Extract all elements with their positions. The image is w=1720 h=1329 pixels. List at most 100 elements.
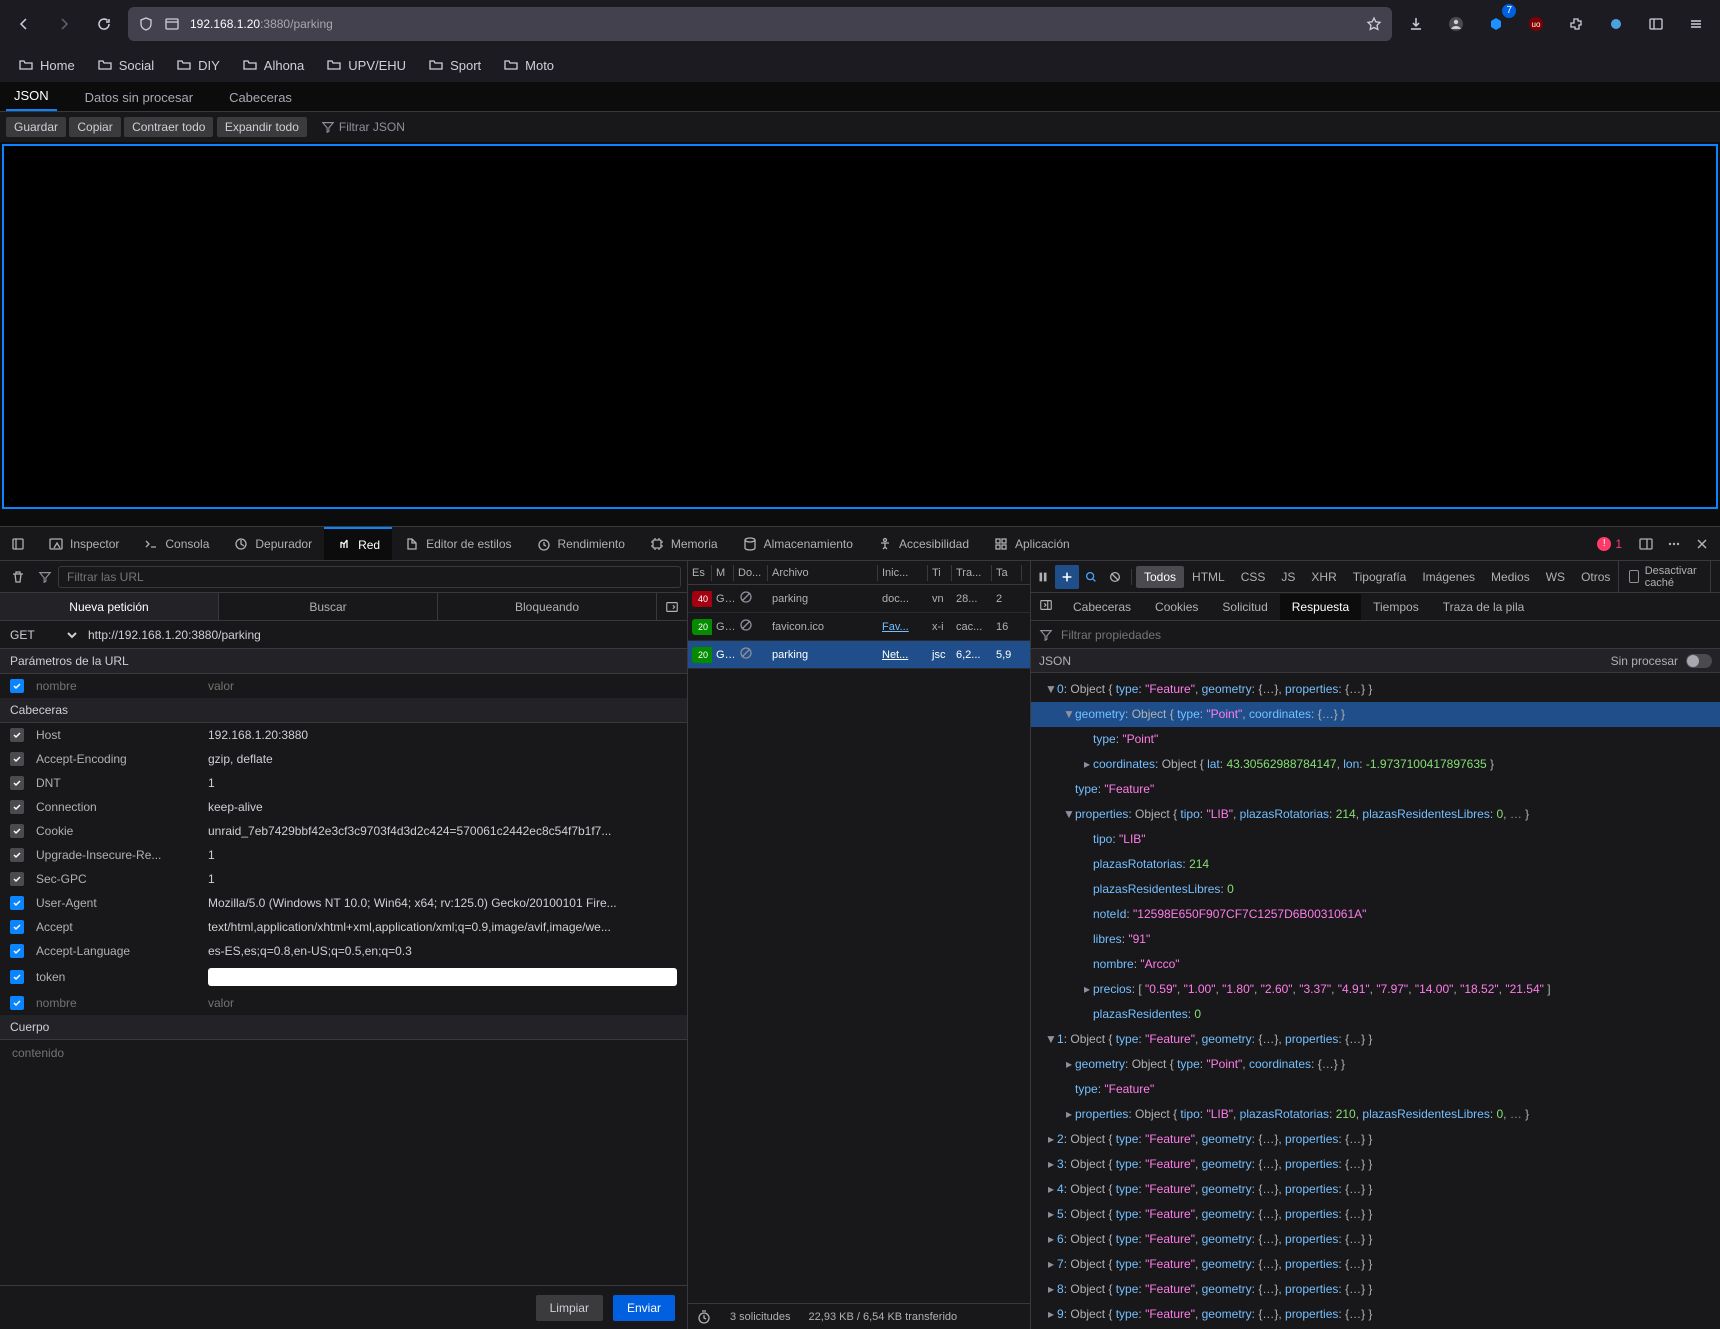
tree-row[interactable]: ▸6: Object { type: "Feature", geometry: …: [1031, 1227, 1720, 1252]
filter-chip[interactable]: JS: [1273, 566, 1303, 588]
bookmark-item[interactable]: Alhona: [234, 53, 312, 77]
request-row[interactable]: 40 GE parking doc... vn 28... 2: [688, 585, 1030, 613]
tree-row[interactable]: type: "Feature": [1031, 1077, 1720, 1102]
col-header[interactable]: M: [712, 565, 734, 581]
star-icon[interactable]: [1366, 16, 1382, 32]
json-toolbar-button[interactable]: Copiar: [69, 117, 120, 137]
checkbox-icon[interactable]: [10, 896, 24, 910]
tree-row[interactable]: nombre: "Arcco": [1031, 952, 1720, 977]
json-filter[interactable]: Filtrar JSON: [315, 117, 411, 137]
pause-icon[interactable]: [1031, 565, 1055, 589]
checkbox-icon[interactable]: [10, 996, 24, 1010]
col-header[interactable]: Tra...: [952, 565, 992, 581]
more-icon[interactable]: [1662, 532, 1686, 556]
checkbox-icon[interactable]: [10, 920, 24, 934]
block-icon[interactable]: [1103, 565, 1127, 589]
header-row[interactable]: Sec-GPC1: [0, 867, 687, 891]
devtools-tab-a11y[interactable]: Accesibilidad: [865, 527, 981, 560]
tree-row[interactable]: tipo: "LIB": [1031, 827, 1720, 852]
header-row[interactable]: User-AgentMozilla/5.0 (Windows NT 10.0; …: [0, 891, 687, 915]
back-button[interactable]: [8, 8, 40, 40]
extensions-icon[interactable]: [1560, 8, 1592, 40]
header-row[interactable]: DNT1: [0, 771, 687, 795]
request-row[interactable]: 20 GE favicon.ico Fav... x-i cac... 16: [688, 613, 1030, 641]
tree-row[interactable]: ▼geometry: Object { type: "Point", coord…: [1031, 702, 1720, 727]
tree-row[interactable]: ▼0: Object { type: "Feature", geometry: …: [1031, 677, 1720, 702]
tree-row[interactable]: ▼1: Object { type: "Feature", geometry: …: [1031, 1027, 1720, 1052]
filter-chip[interactable]: Tipografía: [1345, 566, 1415, 588]
devtools-tab-console[interactable]: Consola: [131, 527, 221, 560]
bookmark-item[interactable]: Home: [10, 53, 83, 77]
forward-button[interactable]: [48, 8, 80, 40]
json-tab[interactable]: Datos sin procesar: [77, 84, 201, 111]
disable-cache-checkbox[interactable]: Desactivar caché: [1618, 561, 1710, 592]
reload-button[interactable]: [88, 8, 120, 40]
devtools-tab-debugger[interactable]: Depurador: [221, 527, 324, 560]
request-row[interactable]: 20 GE parking Net... jsc 6,2... 5,9: [688, 641, 1030, 669]
tree-row[interactable]: type: "Point": [1031, 727, 1720, 752]
tree-row[interactable]: plazasResidentesLibres: 0: [1031, 877, 1720, 902]
tree-row[interactable]: noteId: "12598E650F907CF7C1257D6B0031061…: [1031, 902, 1720, 927]
col-header[interactable]: Ta: [992, 565, 1022, 581]
filter-chip[interactable]: Todos: [1136, 566, 1184, 588]
tree-row[interactable]: ▸geometry: Object { type: "Point", coord…: [1031, 1052, 1720, 1077]
devtools-tab-style[interactable]: Editor de estilos: [392, 527, 523, 560]
header-row[interactable]: Accepttext/html,application/xhtml+xml,ap…: [0, 915, 687, 939]
tree-row[interactable]: ▸4: Object { type: "Feature", geometry: …: [1031, 1177, 1720, 1202]
response-tab[interactable]: Respuesta: [1280, 594, 1361, 620]
filter-chip[interactable]: Otros: [1573, 566, 1618, 588]
json-tab[interactable]: JSON: [6, 82, 57, 111]
checkbox-icon[interactable]: [10, 848, 24, 862]
col-header[interactable]: Do...: [734, 565, 768, 581]
tree-row[interactable]: plazasResidentes: 0: [1031, 1002, 1720, 1027]
body-textarea[interactable]: contenido: [0, 1040, 687, 1066]
checkbox-icon[interactable]: [10, 824, 24, 838]
col-header[interactable]: Ti: [928, 565, 952, 581]
filter-chip[interactable]: CSS: [1233, 566, 1274, 588]
toggle-sidebar-icon[interactable]: [1031, 592, 1061, 621]
filter-chip[interactable]: Imágenes: [1414, 566, 1483, 588]
checkbox-icon[interactable]: [10, 944, 24, 958]
json-toolbar-button[interactable]: Contraer todo: [124, 117, 213, 137]
filter-props-input[interactable]: [1061, 628, 1712, 642]
url-bar[interactable]: 192.168.1.20:3880/parking: [128, 7, 1392, 41]
checkbox-icon[interactable]: [10, 776, 24, 790]
http-method-select[interactable]: GET: [0, 623, 80, 647]
tree-row[interactable]: ▸properties: Object { tipo: "LIB", plaza…: [1031, 1102, 1720, 1127]
tree-row[interactable]: ▸7: Object { type: "Feature", geometry: …: [1031, 1252, 1720, 1277]
tree-row[interactable]: ▸2: Object { type: "Feature", geometry: …: [1031, 1127, 1720, 1152]
menu-icon[interactable]: [1680, 8, 1712, 40]
ublock-icon[interactable]: uo: [1520, 8, 1552, 40]
request-url-input[interactable]: [80, 624, 687, 646]
close-icon[interactable]: [1690, 532, 1714, 556]
ext-badge-icon[interactable]: 7: [1480, 8, 1512, 40]
col-header[interactable]: Inic...: [878, 565, 928, 581]
devtools-tab-storage[interactable]: Almacenamiento: [730, 527, 865, 560]
col-header[interactable]: Es: [688, 565, 712, 581]
json-tab[interactable]: Cabeceras: [221, 84, 300, 111]
devtools-tab-app[interactable]: Aplicación: [981, 527, 1082, 560]
tree-row[interactable]: plazasRotatorias: 214: [1031, 852, 1720, 877]
checkbox-icon[interactable]: [10, 728, 24, 742]
account-icon[interactable]: [1440, 8, 1472, 40]
checkbox-icon[interactable]: [10, 679, 24, 693]
bookmark-item[interactable]: Moto: [495, 53, 562, 77]
checkbox-icon[interactable]: [10, 970, 24, 984]
tree-row[interactable]: libres: "91": [1031, 927, 1720, 952]
add-icon[interactable]: [1055, 565, 1079, 589]
tree-row[interactable]: ▸precios: [ "0.59", "1.00", "1.80", "2.6…: [1031, 977, 1720, 1002]
response-tab[interactable]: Solicitud: [1210, 594, 1279, 620]
bookmark-item[interactable]: DIY: [168, 53, 228, 77]
dock-icon[interactable]: [1634, 532, 1658, 556]
search-icon[interactable]: [1079, 565, 1103, 589]
error-badge[interactable]: !1: [1589, 537, 1630, 551]
new-window-icon[interactable]: [6, 532, 30, 556]
checkbox-icon[interactable]: [10, 752, 24, 766]
devtools-tab-network[interactable]: Red: [324, 527, 392, 560]
response-tab[interactable]: Cookies: [1143, 594, 1210, 620]
trash-icon[interactable]: [6, 565, 30, 589]
collapse-icon[interactable]: [657, 593, 687, 620]
clear-button[interactable]: Limpiar: [536, 1295, 603, 1321]
header-row[interactable]: Host192.168.1.20:3880: [0, 723, 687, 747]
tree-row[interactable]: ▸8: Object { type: "Feature", geometry: …: [1031, 1277, 1720, 1302]
